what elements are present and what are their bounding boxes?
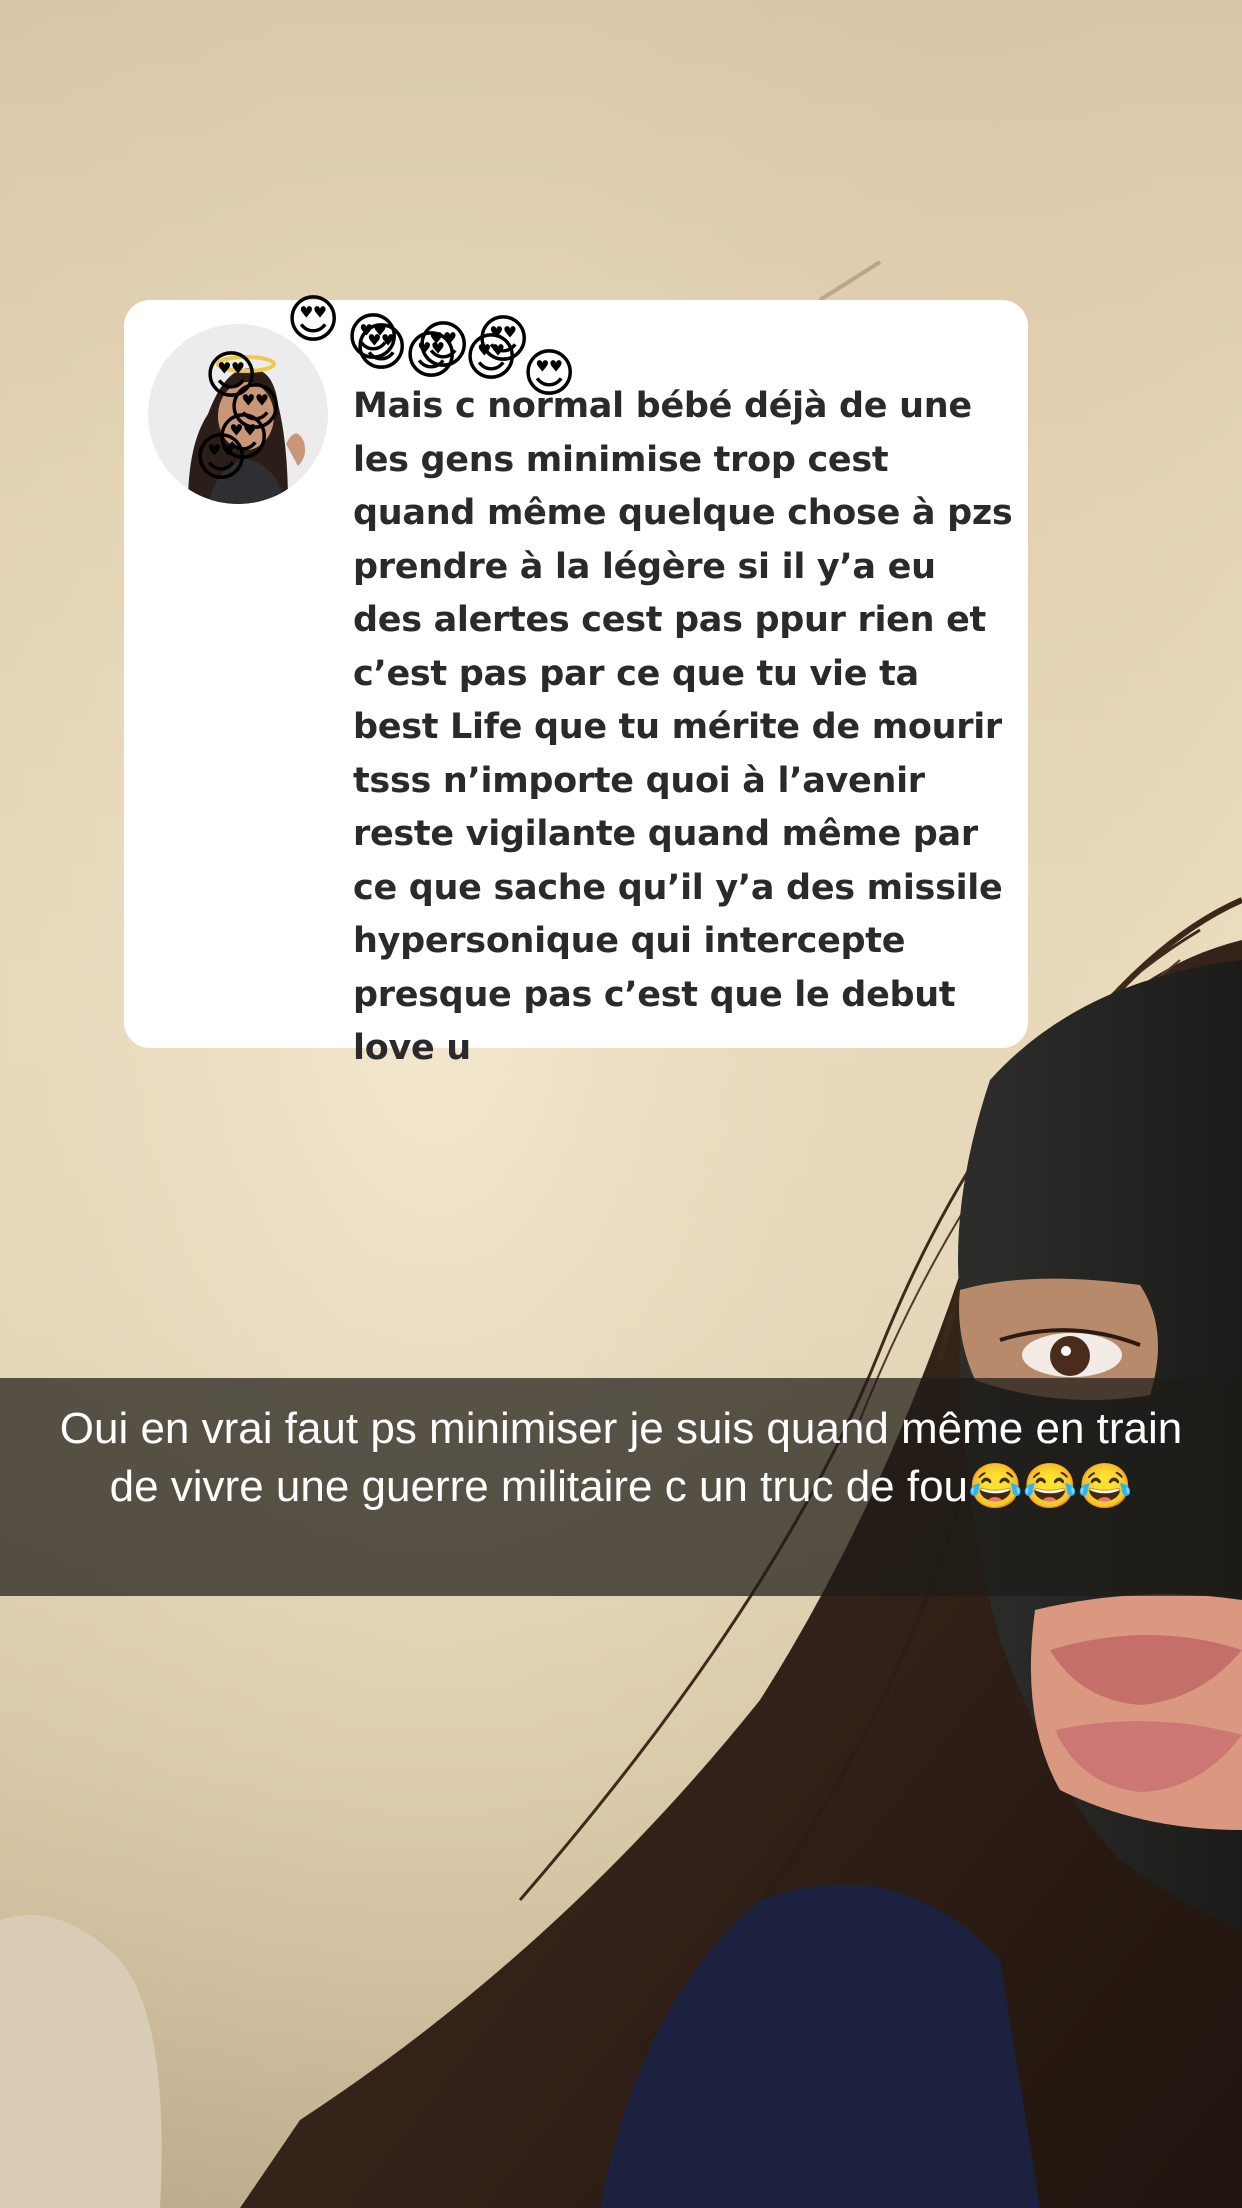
heart-eyes-emoji-icon: 😍	[354, 318, 409, 378]
reply-sticker[interactable]: 😍 😍 😍 😍 😍 😍 😍 😍 😍 😍 😍 😍 Mais c normal bé…	[124, 294, 1028, 1068]
caption-text: Oui en vrai faut ps minimiser je suis qu…	[59, 1404, 1183, 1511]
heart-eyes-emoji-icon: 😍	[286, 290, 341, 350]
heart-eyes-emoji-icon: 😍	[194, 428, 249, 488]
heart-eyes-emoji-icon: 😍	[416, 316, 471, 376]
caption-bar[interactable]: Oui en vrai faut ps minimiser je suis qu…	[0, 1378, 1242, 1596]
reply-message: Mais c normal bébé déjà de une les gens …	[353, 386, 1013, 1068]
